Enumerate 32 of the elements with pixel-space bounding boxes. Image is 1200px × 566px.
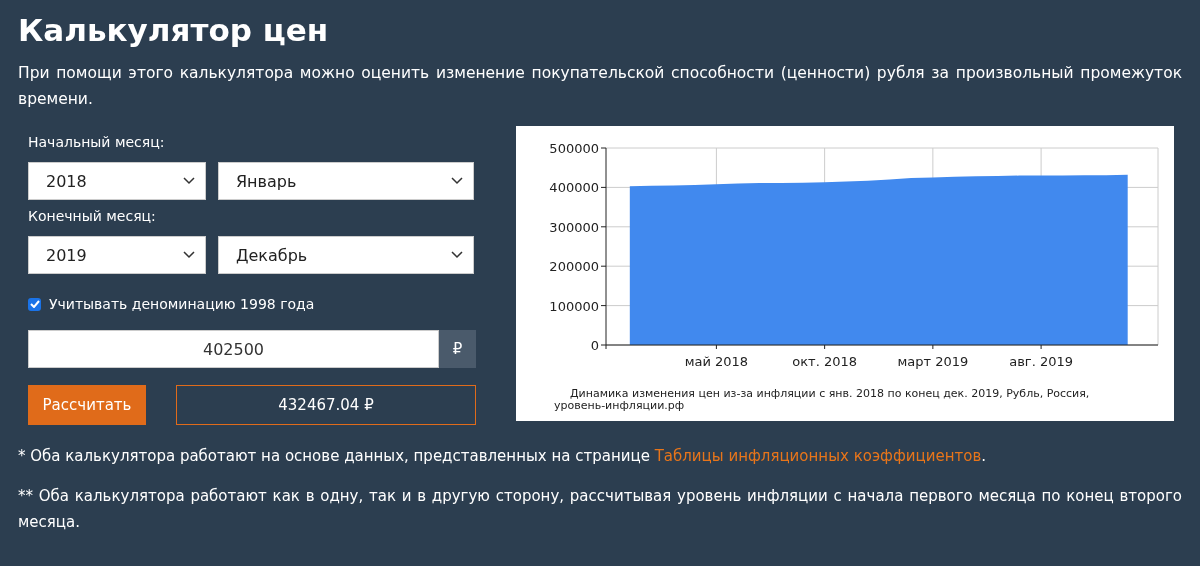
y-tick-label: 300000: [549, 219, 599, 235]
checkbox[interactable]: [28, 297, 41, 311]
y-tick-label: 400000: [549, 180, 599, 196]
year-select[interactable]: 2019: [28, 236, 206, 274]
result-field: 432467.04 ₽: [176, 385, 476, 425]
field-label: Конечный месяц:: [28, 208, 157, 224]
intro-text: При помощи этого калькулятора можно оценить изменение покупательской способности (ценности) рубля за произвольный промежуток времени.: [18, 63, 1182, 110]
x-tick-label: окт. 2018: [792, 354, 857, 369]
chevron-icon: [451, 251, 463, 259]
month-select[interactable]: Январь: [218, 162, 474, 200]
year-select[interactable]: 2018: [28, 162, 206, 200]
currency-addon: ₽: [439, 330, 476, 368]
table-link[interactable]: Таблицы инфляционных коэффициентов: [654, 447, 982, 465]
month-select[interactable]: Декабрь: [218, 236, 474, 274]
checkbox-label: Учитывать деноминацию 1998 года: [49, 296, 315, 312]
chevron-icon: [451, 177, 463, 185]
footnote-text: * Оба калькулятора работают на основе данных, представленных на странице Таблицы инфляционных коэффициентов.: [18, 446, 988, 467]
chevron-icon: [183, 177, 195, 185]
chart-source: уровень-инфляции.рф: [554, 399, 685, 412]
amount-input[interactable]: 402500: [28, 330, 439, 368]
y-tick-label: 100000: [549, 298, 599, 314]
page-title: Калькулятор цен: [18, 11, 330, 50]
field-label: Начальный месяц:: [28, 134, 166, 150]
chevron-icon: [183, 251, 195, 259]
y-tick-label: 0: [590, 338, 599, 353]
chart-caption: Динамика изменения цен из-за инфляции с янв. 2018 по конец дек. 2019, Рубль, Россия,: [570, 387, 1090, 400]
x-tick-label: авг. 2019: [1009, 354, 1073, 369]
x-tick-label: май 2018: [684, 354, 749, 369]
x-tick-label: март 2019: [897, 354, 969, 369]
y-tick-label: 500000: [549, 141, 599, 156]
footnote-text: ** Оба калькулятора работают как в одну, так и в другую сторону, рассчитывая уровень инфляции с начала первого месяца по конец второго месяца.: [18, 486, 1182, 533]
y-tick-label: 200000: [549, 259, 599, 275]
